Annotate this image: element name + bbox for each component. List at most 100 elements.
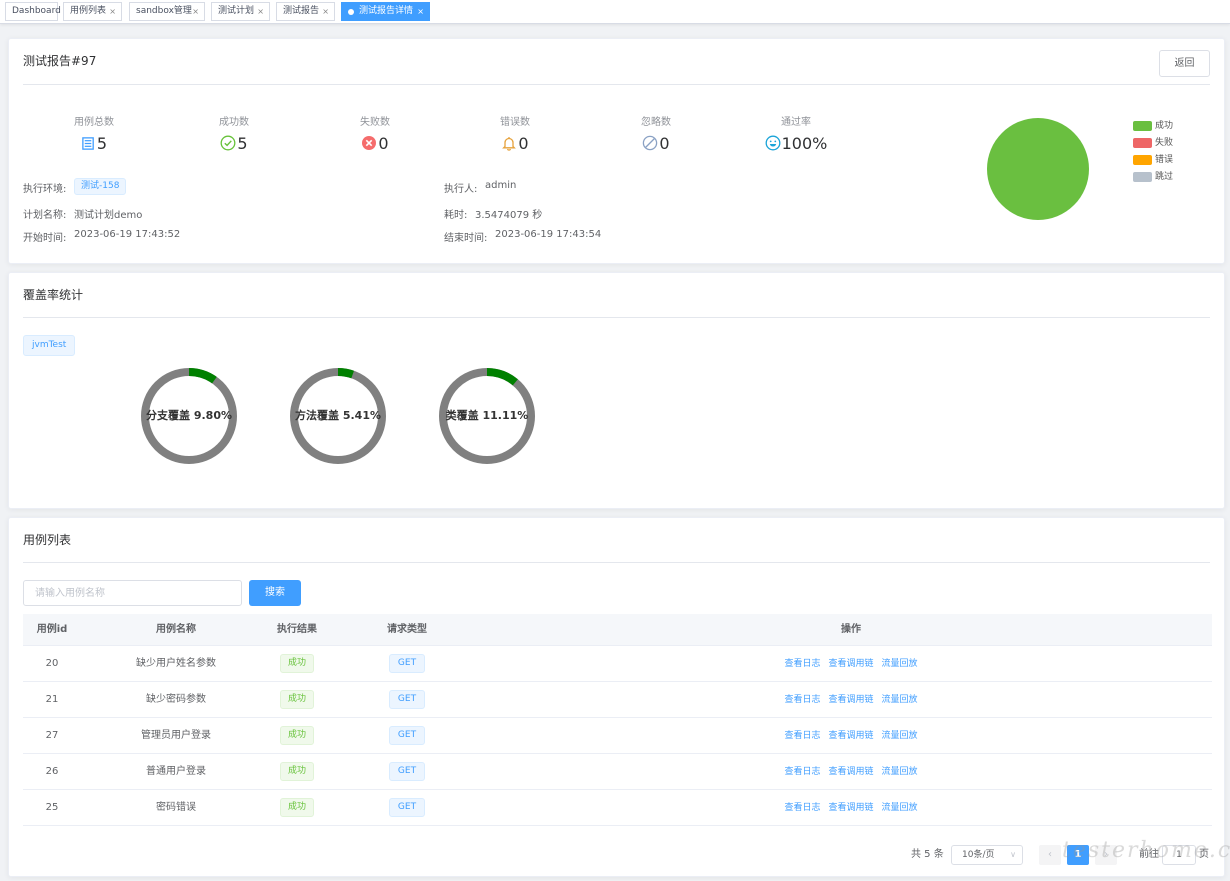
view-log-link[interactable]: 查看日志 — [784, 803, 820, 813]
stat-total: 用例总数 5 — [24, 113, 164, 154]
tab-case-list[interactable]: 用例列表 × — [63, 2, 122, 21]
tab-sandbox[interactable]: sandbox管理 × — [129, 2, 205, 21]
view-trace-link[interactable]: 查看调用链 — [828, 695, 873, 705]
result-pie-chart — [987, 118, 1089, 220]
traffic-replay-link[interactable]: 流量回放 — [882, 731, 918, 741]
close-icon[interactable]: × — [417, 3, 424, 20]
traffic-replay-link[interactable]: 流量回放 — [882, 695, 918, 705]
stat-value: 5 — [237, 133, 248, 153]
stat-success: 成功数 5 — [164, 113, 304, 154]
list-icon — [82, 136, 94, 150]
legend-label: 成功 — [1155, 121, 1174, 131]
view-trace-link[interactable]: 查看调用链 — [828, 659, 873, 669]
tab-label: sandbox管理 — [136, 6, 192, 16]
pie-slice — [987, 118, 1089, 220]
stat-failed: 失败数 0 — [305, 113, 445, 154]
traffic-replay-link[interactable]: 流量回放 — [882, 767, 918, 777]
tab-label: 测试报告详情 — [359, 6, 414, 16]
stat-value: 5 — [96, 133, 108, 153]
search-button[interactable]: 搜索 — [249, 580, 301, 606]
tab-test-report[interactable]: 测试报告 × — [276, 2, 335, 21]
duration-value: 3.5474079 秒 — [475, 210, 543, 221]
report-summary-card: 测试报告#97 返回 用例总数 5 成功数 5 失败数 0 错误数 0 忽略数 — [8, 38, 1225, 264]
view-trace-link[interactable]: 查看调用链 — [828, 803, 873, 813]
case-id: 27 — [45, 730, 59, 741]
legend-item-success[interactable]: 成功 — [1133, 119, 1213, 133]
stat-value: 0 — [518, 133, 529, 153]
case-id: 25 — [45, 802, 59, 813]
tab-label: 测试计划 — [218, 6, 255, 16]
stat-label: 通过率 — [781, 117, 811, 128]
case-type-cell: GET — [363, 754, 451, 789]
active-dot-icon — [348, 9, 354, 15]
view-trace-link[interactable]: 查看调用链 — [828, 731, 873, 741]
stat-label: 失败数 — [360, 117, 390, 128]
pagination-total: 共 5 条 — [911, 849, 944, 860]
executor-value: admin — [485, 180, 517, 191]
tab-label: Dashboard — [12, 6, 61, 16]
smile-icon — [765, 135, 781, 151]
case-result-cell: 成功 — [253, 682, 341, 717]
case-name: 缺少用户姓名参数 — [136, 658, 216, 669]
close-icon[interactable]: × — [109, 3, 116, 20]
column-header-result: 执行结果 — [277, 624, 317, 635]
view-trace-link[interactable]: 查看调用链 — [828, 767, 873, 777]
tab-test-plan[interactable]: 测试计划 × — [211, 2, 270, 21]
stat-error: 错误数 0 — [445, 113, 585, 154]
legend-item-skipped[interactable]: 跳过 — [1133, 170, 1213, 184]
request-type-tag: GET — [388, 761, 426, 781]
close-icon[interactable]: × — [257, 3, 264, 20]
case-result-cell: 成功 — [253, 646, 341, 681]
request-type-tag: GET — [388, 653, 426, 673]
method-coverage-ring: 方法覆盖 5.41% — [288, 366, 388, 466]
tab-report-detail[interactable]: 测试报告详情 × — [341, 2, 430, 21]
close-icon[interactable]: × — [192, 3, 199, 20]
stat-value: 100% — [781, 133, 828, 153]
stat-value: 0 — [378, 133, 389, 153]
legend-swatch — [1133, 172, 1152, 182]
table-row: 21 缺少密码参数 成功 GET 查看日志 查看调用链 流量回放 — [23, 682, 1212, 718]
back-button[interactable]: 返回 — [1159, 50, 1210, 77]
view-log-link[interactable]: 查看日志 — [784, 731, 820, 741]
request-type-tag: GET — [388, 797, 426, 817]
coverage-card: 覆盖率统计 jvmTest 分支覆盖 9.80% 方法覆盖 5.41% 类覆盖 … — [8, 272, 1225, 509]
result-tag: 成功 — [279, 797, 314, 817]
view-log-link[interactable]: 查看日志 — [784, 767, 820, 777]
stat-label: 用例总数 — [74, 117, 114, 128]
table-header: 用例id 用例名称 执行结果 请求类型 操作 — [23, 614, 1212, 646]
legend-label: 跳过 — [1155, 172, 1174, 182]
report-title: 测试报告#97 — [23, 54, 97, 68]
case-actions-cell: 查看日志 查看调用链 流量回放 — [451, 682, 1230, 718]
coverage-title: 覆盖率统计 — [23, 288, 84, 302]
column-header-actions: 操作 — [841, 624, 861, 635]
case-result-cell: 成功 — [253, 790, 341, 825]
case-search-input[interactable] — [23, 580, 242, 606]
legend-swatch — [1133, 121, 1152, 131]
prev-page-button[interactable]: ‹ — [1039, 845, 1061, 865]
request-type-tag: GET — [388, 689, 426, 709]
env-tag: 测试-158 — [74, 178, 127, 195]
divider — [23, 562, 1210, 563]
legend-item-error[interactable]: 错误 — [1133, 153, 1213, 167]
traffic-replay-link[interactable]: 流量回放 — [882, 803, 918, 813]
close-icon[interactable]: × — [322, 3, 329, 20]
ring-label: 类覆盖 11.11% — [445, 409, 529, 422]
table-row: 27 管理员用户登录 成功 GET 查看日志 查看调用链 流量回放 — [23, 718, 1212, 754]
page-size-select[interactable]: 10条/页 ∨ — [951, 845, 1023, 865]
divider — [23, 84, 1210, 85]
view-log-link[interactable]: 查看日志 — [784, 659, 820, 669]
class-coverage-ring: 类覆盖 11.11% — [437, 366, 537, 466]
stat-label: 错误数 — [500, 117, 530, 128]
case-type-cell: GET — [363, 646, 451, 681]
view-log-link[interactable]: 查看日志 — [784, 695, 820, 705]
watermark: testerhome.com — [1062, 838, 1230, 863]
column-header-name: 用例名称 — [156, 624, 196, 635]
table-row: 25 密码错误 成功 GET 查看日志 查看调用链 流量回放 — [23, 790, 1212, 826]
jvm-tag[interactable]: jvmTest — [23, 335, 76, 356]
stat-label: 成功数 — [219, 117, 249, 128]
bell-icon — [502, 137, 517, 151]
page-size-value: 10条/页 — [962, 850, 995, 860]
traffic-replay-link[interactable]: 流量回放 — [882, 659, 918, 669]
tab-dashboard[interactable]: Dashboard — [5, 2, 61, 21]
legend-item-failed[interactable]: 失败 — [1133, 136, 1213, 150]
